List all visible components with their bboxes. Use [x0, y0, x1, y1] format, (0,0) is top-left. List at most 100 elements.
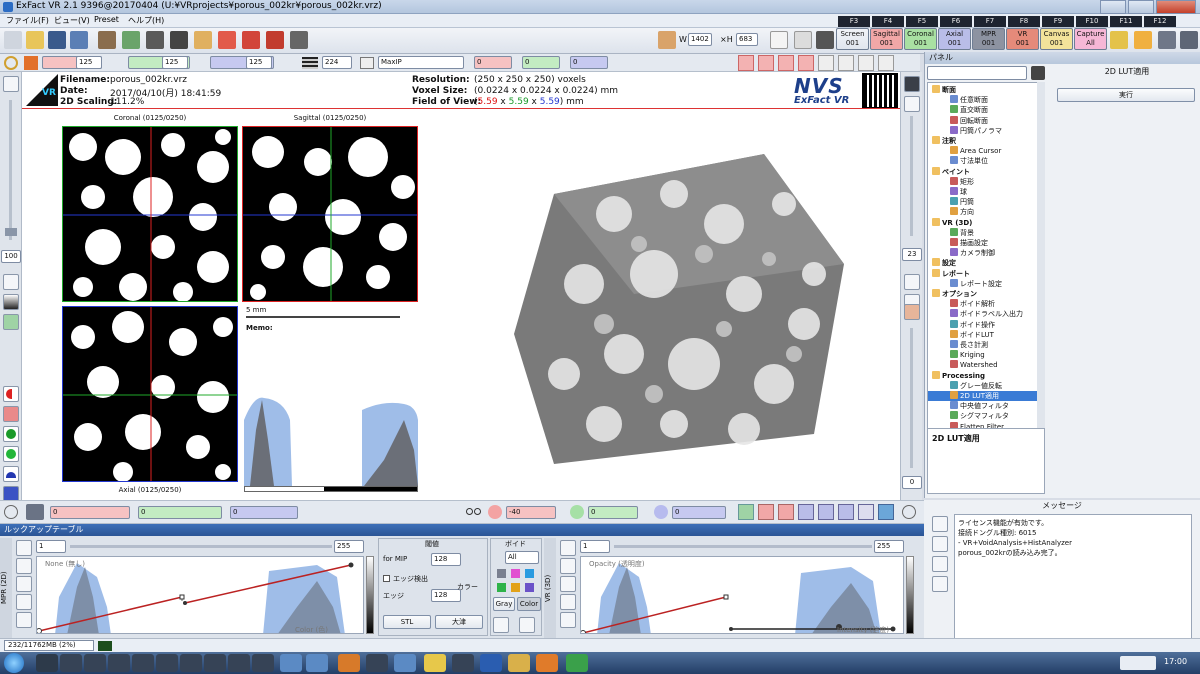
view-back-icon[interactable] [778, 504, 794, 520]
render-mode-select[interactable]: MaxIP [378, 56, 464, 69]
mpr-min-input[interactable]: 1 [36, 540, 66, 553]
tree-item[interactable]: 円筒パノラマ [950, 125, 1002, 136]
tree-item[interactable]: シグマフィルタ [950, 411, 1009, 421]
folder-icon[interactable] [16, 576, 32, 592]
vr-icon[interactable] [858, 55, 874, 71]
vr-zoom-track[interactable] [910, 116, 913, 236]
green-channel-input[interactable]: 125 [162, 56, 188, 69]
maximize-button[interactable] [1128, 0, 1154, 14]
tree-item[interactable]: 描画設定 [950, 238, 988, 248]
tree-item[interactable]: 長さ計測 [950, 340, 988, 350]
reset-icon[interactable] [778, 55, 794, 71]
save-icon[interactable] [932, 556, 948, 572]
green-slider-input[interactable]: 0 [138, 506, 222, 519]
taskbar-app-icon[interactable] [306, 654, 328, 672]
save-as-icon[interactable] [70, 31, 88, 49]
clip-track[interactable] [910, 328, 913, 468]
taskbar-app-icon[interactable] [394, 654, 416, 672]
red-offset-input[interactable]: 0 [474, 56, 512, 69]
vr-min-input[interactable]: 1 [580, 540, 610, 553]
start-icon[interactable] [4, 653, 24, 673]
rotate-green-icon[interactable] [570, 505, 584, 519]
taskbar-app-icon[interactable] [132, 654, 154, 672]
mpr-lut-graph[interactable]: None (無し) Color (色) [36, 556, 364, 634]
fit-icon[interactable] [904, 274, 920, 290]
vr-max-input[interactable]: 255 [874, 540, 904, 553]
ime-indicator[interactable] [1120, 656, 1156, 670]
tree-item[interactable]: 球 [950, 187, 967, 197]
blue-half-icon[interactable] [3, 466, 19, 482]
tree-item[interactable]: カメラ制御 [950, 248, 995, 258]
execute-button[interactable]: 実行 [1057, 88, 1195, 102]
tree-item[interactable]: グレー値反転 [950, 380, 1002, 391]
vr-range-slider[interactable] [614, 545, 872, 548]
mpr-range-slider[interactable] [70, 545, 332, 548]
volume-render[interactable] [514, 154, 844, 464]
taskbar-app-icon[interactable] [84, 654, 106, 672]
exfact-taskbar-icon[interactable] [424, 654, 446, 672]
folder-icon[interactable] [508, 654, 530, 672]
green-circle-icon[interactable] [3, 426, 19, 442]
export-icon[interactable] [1110, 31, 1128, 49]
bookmark-icon[interactable] [266, 31, 284, 49]
taskbar-app-icon[interactable] [228, 654, 250, 672]
view-reset-icon[interactable] [878, 504, 894, 520]
cube-icon[interactable] [818, 55, 834, 71]
close-button[interactable] [1156, 0, 1196, 14]
height-input[interactable]: 683 [736, 33, 758, 46]
taskbar-app-icon[interactable] [252, 654, 274, 672]
void-color-swatch[interactable] [497, 583, 506, 592]
view-screen-button[interactable]: Screen 001 [836, 28, 869, 50]
save-icon[interactable] [560, 594, 576, 610]
zoom-icon[interactable] [3, 76, 19, 92]
red-channel-input[interactable]: 125 [76, 56, 102, 69]
rotation-input[interactable]: 0 [588, 506, 638, 519]
mpr-max-input[interactable]: 255 [334, 540, 364, 553]
tree-item[interactable]: レポート設定 [950, 278, 1002, 289]
tree-item[interactable]: ボイドラベル入出力 [950, 309, 1023, 319]
refresh-icon[interactable] [4, 505, 18, 519]
mip-threshold-input[interactable]: 128 [431, 553, 461, 566]
void-color-swatch[interactable] [525, 583, 534, 592]
view-mpr-button[interactable]: MPR 001 [972, 28, 1005, 50]
rotate-icon[interactable] [122, 31, 140, 49]
tree-item[interactable]: 矩形 [950, 176, 974, 187]
light-icon[interactable] [878, 55, 894, 71]
gray-button[interactable]: Gray [493, 597, 515, 611]
clip-icon[interactable] [904, 304, 920, 320]
tree-item[interactable]: Watershed [950, 360, 998, 370]
tree-group[interactable]: 注釈 [932, 136, 956, 146]
undo-icon[interactable] [560, 612, 576, 628]
view-vr-button[interactable]: VR 001 [1006, 28, 1039, 50]
menu-file[interactable]: ファイル(F) [6, 15, 49, 26]
void-color-swatch[interactable] [511, 583, 520, 592]
tree-item[interactable]: 方向 [950, 207, 974, 217]
chrome-icon[interactable] [566, 654, 588, 672]
sagittal-view[interactable] [242, 126, 418, 302]
blue-slider-input[interactable]: 0 [230, 506, 298, 519]
void-color-swatch[interactable] [511, 569, 520, 578]
mpr-tab[interactable]: MPR (2D) [0, 538, 12, 638]
tree-item[interactable]: 任意断面 [950, 95, 988, 105]
half-red-icon[interactable] [3, 386, 19, 402]
tree-group[interactable]: VR (3D) [932, 217, 972, 228]
up-icon[interactable] [932, 516, 948, 532]
layout-icon[interactable] [794, 31, 812, 49]
taskbar-app-icon[interactable] [366, 654, 388, 672]
view-canvas-button[interactable]: Canvas 001 [1040, 28, 1073, 50]
red-dot-icon[interactable] [3, 406, 19, 422]
link-icon[interactable] [26, 504, 44, 520]
eyes-icon[interactable] [466, 505, 482, 519]
histogram-icon[interactable] [519, 617, 535, 633]
otsu-button[interactable]: 大津 [435, 615, 483, 629]
grid-icon[interactable] [1180, 31, 1198, 49]
stl-button[interactable]: STL [383, 615, 431, 629]
tilt-input[interactable]: 0 [672, 506, 726, 519]
green-dot-icon[interactable] [3, 446, 19, 462]
move-icon[interactable] [24, 56, 38, 70]
screen-icon[interactable] [816, 31, 834, 49]
tree-item[interactable]: 中央値フィルタ [950, 401, 1009, 411]
void-select[interactable]: All [505, 551, 539, 564]
folder-icon[interactable] [26, 31, 44, 49]
frame-icon[interactable] [838, 55, 854, 71]
